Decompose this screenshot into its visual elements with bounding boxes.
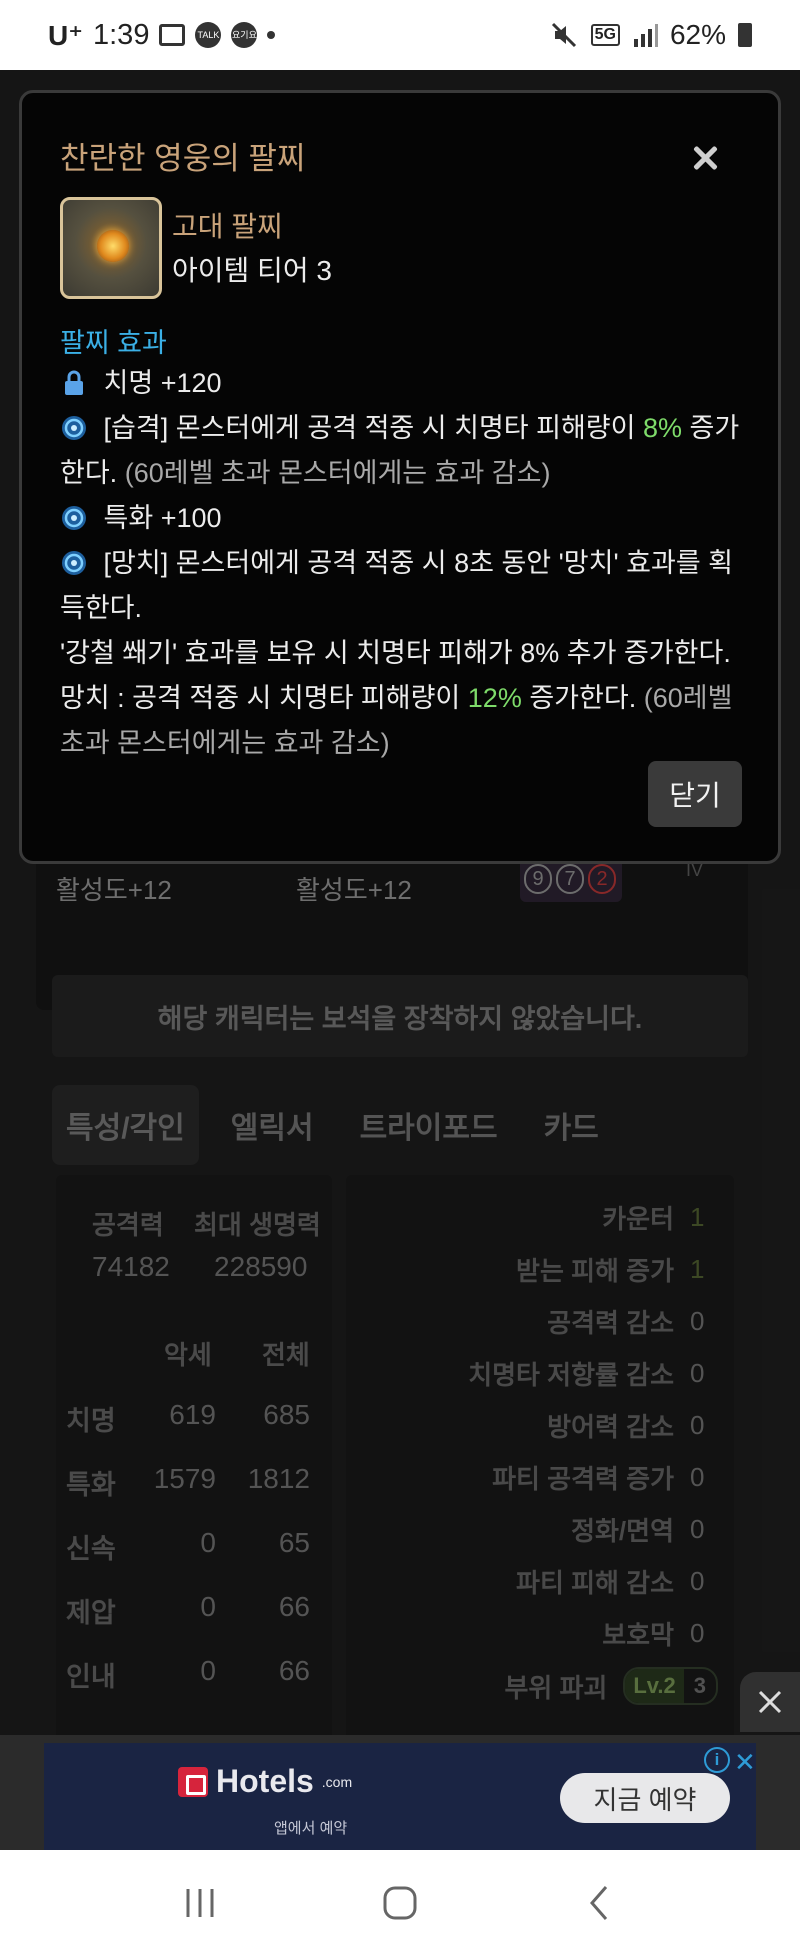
back-button[interactable] bbox=[570, 1873, 630, 1933]
ad-close-icon[interactable]: ✕ bbox=[734, 1747, 756, 1778]
effect-ambush-cont: 한다. (60레벨 초과 몬스터에게는 효과 감소) bbox=[60, 458, 551, 488]
effect-ambush: [습격] 몬스터에게 공격 적중 시 치명타 피해량이 8% 증가 bbox=[60, 406, 760, 451]
ad-content[interactable]: Hotels .com 앱에서 예약 지금 예약 i ✕ bbox=[44, 1743, 756, 1850]
swirl-icon bbox=[62, 416, 86, 440]
effect-crit: 치명 +120 bbox=[60, 361, 760, 406]
item-tier: 아이템 티어 3 bbox=[172, 255, 332, 286]
system-nav-bar bbox=[0, 1850, 800, 1956]
lock-icon bbox=[65, 370, 83, 395]
item-tooltip-modal: 찬란한 영웅의 팔찌 고대 팔찌 아이템 티어 3 팔찌 효과 치명 +120 … bbox=[19, 90, 781, 864]
bracelet-effect-heading: 팔찌 효과 bbox=[60, 328, 167, 358]
hotels-logo-icon bbox=[178, 1766, 208, 1797]
recent-apps-button[interactable] bbox=[170, 1873, 230, 1933]
home-button[interactable] bbox=[370, 1873, 430, 1933]
ad-logo: Hotels .com bbox=[178, 1763, 352, 1800]
signal-icon bbox=[633, 24, 658, 47]
dot-icon bbox=[267, 31, 276, 39]
back-icon bbox=[590, 1886, 608, 1920]
effect-hammer-detail: 망치 : 공격 적중 시 치명타 피해량이 12% 증가한다. (60레벨 bbox=[60, 683, 733, 713]
battery-label: 62% bbox=[669, 19, 726, 50]
info-icon[interactable]: i bbox=[704, 1747, 730, 1773]
effect-hammer-note: 초과 몬스터에게는 효과 감소) bbox=[60, 728, 390, 758]
mute-icon bbox=[551, 22, 576, 48]
bracelet-icon bbox=[60, 197, 162, 299]
ad-subtitle: 앱에서 예약 bbox=[274, 1820, 348, 1837]
ad-banner: Hotels .com 앱에서 예약 지금 예약 i ✕ bbox=[0, 1735, 800, 1850]
close-button[interactable]: 닫기 bbox=[648, 761, 742, 827]
recent-apps-icon bbox=[186, 1889, 214, 1917]
swirl-icon bbox=[62, 506, 86, 530]
clock: 1:39 bbox=[93, 18, 150, 51]
effect-steel-wedge: '강철 쐐기' 효과를 보유 시 치명타 피해가 8% 추가 증가한다. bbox=[60, 638, 731, 668]
effect-hammer-cont: 득한다. bbox=[60, 593, 143, 623]
swirl-icon bbox=[62, 551, 86, 575]
close-icon[interactable] bbox=[692, 145, 718, 171]
effect-hammer: [망치] 몬스터에게 공격 적중 시 8초 동안 '망치' 효과를 획 bbox=[60, 541, 760, 586]
network-label: 5G bbox=[590, 24, 620, 46]
home-icon bbox=[383, 1886, 417, 1920]
battery-icon bbox=[738, 23, 752, 47]
carrier-label: U⁺ bbox=[48, 19, 83, 51]
status-bar: U⁺ 1:39 TALK 요기요 5G 62% bbox=[0, 0, 800, 70]
item-type: 고대 팔찌 bbox=[172, 211, 283, 242]
yogiyo-icon: 요기요 bbox=[231, 22, 258, 48]
close-icon bbox=[758, 1690, 782, 1714]
ad-cta-button[interactable]: 지금 예약 bbox=[560, 1773, 730, 1823]
talk-icon: TALK bbox=[195, 22, 222, 48]
effect-spec: 특화 +100 bbox=[60, 496, 760, 541]
item-name: 찬란한 영웅의 팔찌 bbox=[60, 141, 306, 176]
image-icon bbox=[159, 24, 186, 46]
ad-dismiss-button[interactable] bbox=[740, 1672, 800, 1732]
